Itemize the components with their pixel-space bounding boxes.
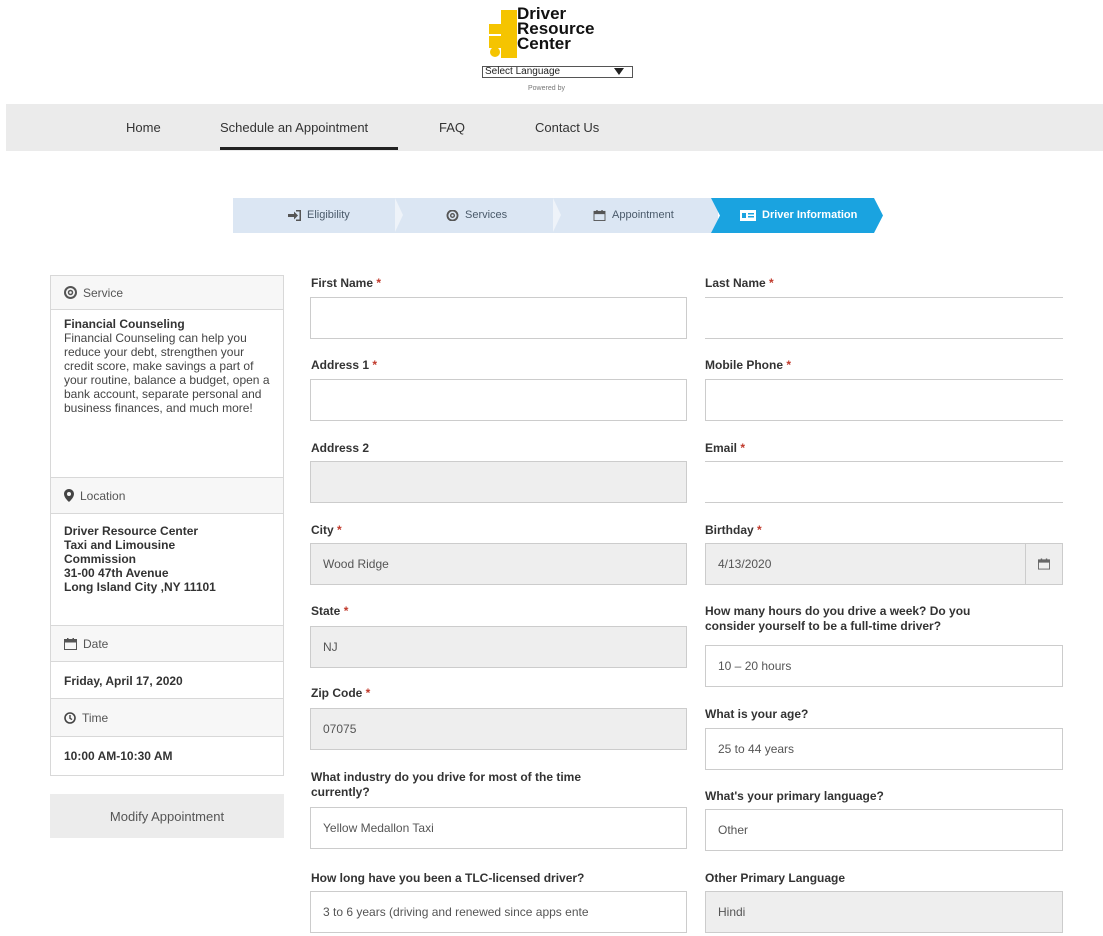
age-select[interactable]: 25 to 44 years: [705, 728, 1063, 770]
sign-in-icon: [288, 209, 301, 221]
step-driver-information[interactable]: Driver Information: [740, 209, 857, 221]
nav-schedule-appointment[interactable]: Schedule an Appointment: [220, 120, 368, 135]
first-name-label: First Name *: [311, 276, 382, 290]
service-heading: Service: [50, 275, 284, 310]
primary-language-select[interactable]: Other: [705, 809, 1063, 851]
industry-select[interactable]: Yellow Medallon Taxi: [310, 807, 687, 849]
powered-by-text: Powered by: [528, 85, 565, 92]
last-name-field[interactable]: [705, 297, 1063, 339]
nav-contact-us[interactable]: Contact Us: [535, 120, 599, 135]
calendar-icon: [593, 209, 606, 221]
zip-field[interactable]: 07075: [310, 708, 687, 750]
primary-language-label: What's your primary language?: [705, 789, 884, 803]
other-language-label: Other Primary Language: [705, 871, 846, 885]
date-value: Friday, April 17, 2020: [64, 674, 183, 688]
nav-faq[interactable]: FAQ: [439, 120, 465, 135]
calendar-icon: [64, 637, 77, 650]
time-heading: Time: [50, 698, 284, 737]
life-ring-icon: [446, 209, 459, 221]
zip-label: Zip Code *: [311, 686, 371, 700]
address1-field[interactable]: [310, 379, 687, 421]
birthday-field[interactable]: 4/13/2020: [705, 543, 1063, 585]
last-name-label: Last Name *: [705, 276, 774, 290]
step-separator: [553, 198, 561, 232]
logo[interactable]: Driver Resource Center: [487, 4, 627, 66]
location-details: Driver Resource Center Taxi and Limousin…: [50, 513, 284, 626]
logo-text: Driver Resource Center: [517, 4, 595, 53]
id-card-icon: [740, 209, 756, 221]
location-line: Commission: [64, 552, 137, 566]
time-details: 10:00 AM-10:30 AM: [50, 736, 284, 776]
service-details: Financial Counseling Financial Counselin…: [50, 309, 284, 478]
hours-select[interactable]: 10 – 20 hours: [705, 645, 1063, 687]
mobile-phone-field[interactable]: [705, 379, 1063, 421]
address1-label: Address 1 *: [311, 358, 378, 372]
language-select[interactable]: Select Language: [482, 66, 633, 78]
state-field[interactable]: NJ: [310, 626, 687, 668]
location-heading: Location: [50, 477, 284, 514]
main-nav: Home Schedule an Appointment FAQ Contact…: [6, 104, 1103, 151]
car-logo-icon: [489, 10, 517, 58]
location-line: Driver Resource Center: [64, 524, 199, 538]
map-marker-icon: [64, 489, 74, 502]
location-line: 31-00 47th Avenue: [64, 566, 169, 580]
hours-label: How many hours do you drive a week? Do y…: [705, 604, 971, 633]
city-field[interactable]: Wood Ridge: [310, 543, 687, 585]
other-language-field[interactable]: Hindi: [705, 891, 1063, 933]
service-name: Financial Counseling: [64, 317, 185, 331]
birthday-label: Birthday *: [705, 523, 762, 537]
step-appointment[interactable]: Appointment: [593, 209, 674, 221]
state-label: State *: [311, 604, 349, 618]
caret-down-icon: [614, 68, 624, 75]
mobile-phone-label: Mobile Phone *: [705, 358, 792, 372]
date-heading: Date: [50, 625, 284, 662]
first-name-field[interactable]: [310, 297, 687, 339]
date-details: Friday, April 17, 2020: [50, 661, 284, 699]
address2-label: Address 2: [311, 441, 370, 455]
step-services[interactable]: Services: [446, 209, 507, 221]
nav-home[interactable]: Home: [126, 120, 161, 135]
life-ring-icon: [64, 286, 77, 299]
industry-label: What industry do you drive for most of t…: [311, 770, 582, 799]
location-line: Taxi and Limousine: [64, 538, 176, 552]
address2-field[interactable]: [310, 461, 687, 503]
tlc-years-label: How long have you been a TLC-licensed dr…: [311, 871, 585, 885]
email-field[interactable]: [705, 461, 1063, 503]
calendar-icon: [1038, 558, 1050, 570]
progress-steps: Eligibility Services Appointment Driver …: [233, 198, 898, 233]
age-label: What is your age?: [705, 707, 809, 721]
modify-appointment-button[interactable]: Modify Appointment: [50, 794, 284, 838]
tlc-years-select[interactable]: 3 to 6 years (driving and renewed since …: [310, 891, 687, 933]
city-label: City *: [311, 523, 342, 537]
calendar-button[interactable]: [1025, 544, 1062, 584]
time-value: 10:00 AM-10:30 AM: [64, 749, 173, 763]
step-separator: [395, 198, 403, 232]
nav-active-underline: [220, 147, 398, 150]
email-label: Email *: [705, 441, 746, 455]
step-eligibility[interactable]: Eligibility: [288, 209, 350, 221]
service-description: Financial Counseling can help you reduce…: [64, 331, 270, 415]
location-line: Long Island City ,NY 11101: [64, 580, 216, 594]
clock-icon: [64, 711, 76, 724]
